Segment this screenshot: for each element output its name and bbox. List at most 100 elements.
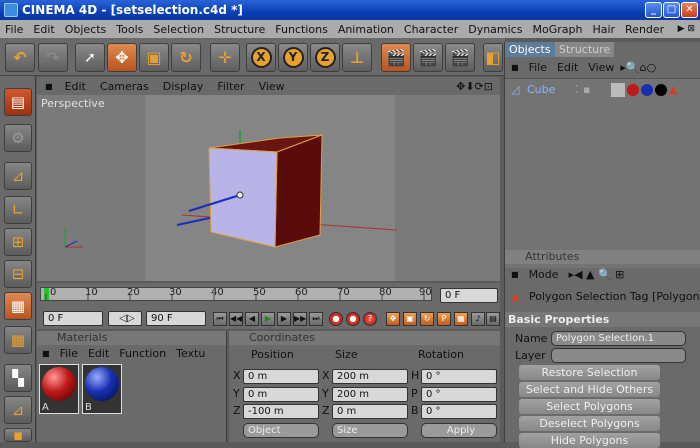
layout-icon[interactable]: ▤ — [4, 88, 32, 116]
objects-nav-icons[interactable]: ▸🔍⌂○ — [619, 61, 657, 74]
hide-polygons-button[interactable]: Hide Polygons — [519, 433, 660, 448]
materials-menu-function[interactable]: Function — [114, 347, 171, 360]
attributes-nav-icons[interactable]: ▸◀ ▲ 🔍 ⊞ — [564, 268, 630, 281]
size-x-field[interactable]: 200 m — [332, 369, 408, 384]
menu-edit[interactable]: Edit — [28, 23, 59, 36]
position-x-field[interactable]: 0 m — [243, 369, 319, 384]
key-parameter-icon[interactable]: P — [437, 312, 451, 326]
scale-icon[interactable]: ▣ — [139, 43, 169, 72]
viewport-menu-display[interactable]: Display — [156, 80, 211, 93]
materials-menu-edit[interactable]: Edit — [83, 347, 114, 360]
key-rotation-icon[interactable]: ↻ — [420, 312, 434, 326]
prev-frame-icon[interactable]: ◀ — [245, 312, 259, 326]
prev-key-icon[interactable]: ◀◀ — [229, 312, 243, 326]
render-settings-icon[interactable]: 🎬 — [445, 43, 475, 72]
layer-field[interactable] — [551, 348, 686, 363]
redo-icon[interactable]: ↷ — [38, 43, 68, 72]
material-tag-a-icon[interactable] — [627, 84, 639, 96]
play-icon[interactable]: ▶ — [261, 312, 275, 326]
menu-objects[interactable]: Objects — [60, 23, 112, 36]
attributes-panel-icon[interactable]: ■ — [505, 270, 524, 279]
end-frame-field[interactable]: 90 F — [146, 311, 206, 326]
viewport-menu-filter[interactable]: Filter — [210, 80, 251, 93]
autokey-icon[interactable]: ● — [346, 312, 360, 326]
menu-tools[interactable]: Tools — [111, 23, 148, 36]
viewport-menu-view[interactable]: View — [252, 80, 292, 93]
goto-start-icon[interactable]: ⏮ — [213, 312, 227, 326]
key-scale-icon[interactable]: ▣ — [403, 312, 417, 326]
object-axis-icon[interactable]: ⊿ — [4, 162, 32, 190]
make-editable-icon[interactable]: ⚙ — [4, 124, 32, 152]
objects-menu-file[interactable]: File — [524, 61, 552, 74]
viewport-menu-edit[interactable]: Edit — [58, 80, 93, 93]
rotation-p-field[interactable]: 0 ° — [421, 387, 497, 402]
menu-dynamics[interactable]: Dynamics — [463, 23, 527, 36]
tab-structure[interactable]: Structure — [555, 42, 615, 57]
model-move-icon[interactable]: ✛ — [210, 43, 240, 72]
interpolation-icon[interactable]: ♪ — [471, 312, 485, 326]
materials-menu-file[interactable]: File — [55, 347, 83, 360]
coordinate-system-icon[interactable]: ⊥ — [342, 43, 372, 72]
rotation-b-field[interactable]: 0 ° — [421, 404, 497, 419]
live-select-icon[interactable]: ➚ — [75, 43, 105, 72]
position-z-field[interactable]: -100 m — [243, 404, 319, 419]
frame-range-slider[interactable]: ◁▷ — [108, 311, 142, 326]
key-position-icon[interactable]: ✥ — [386, 312, 400, 326]
size-z-field[interactable]: 0 m — [332, 404, 408, 419]
edges-mode-icon[interactable]: ⊟ — [4, 260, 32, 288]
points-mode-icon[interactable]: ⊞ — [4, 228, 32, 256]
goto-end-icon[interactable]: ⏭ — [309, 312, 323, 326]
basic-properties-section[interactable]: Basic Properties — [505, 312, 700, 327]
key-help-icon[interactable]: ? — [363, 312, 377, 326]
timeline-menu-icon[interactable]: ▤ — [486, 312, 500, 326]
menu-functions[interactable]: Functions — [270, 23, 333, 36]
size-mode-select[interactable]: Size — [332, 423, 408, 438]
menu-selection[interactable]: Selection — [148, 23, 209, 36]
objects-panel-icon[interactable]: ■ — [505, 63, 524, 72]
rotate-icon[interactable]: ↻ — [171, 43, 201, 72]
polygon-selection-tag-icon[interactable] — [611, 83, 625, 97]
maximize-button[interactable]: □ — [663, 2, 680, 18]
viewport-menu-cameras[interactable]: Cameras — [93, 80, 156, 93]
phong-tag-icon[interactable]: ▲ — [669, 83, 677, 96]
object-row-cube[interactable]: ◿ Cube ⁚ ▪ ▲ — [511, 83, 700, 99]
menu-animation[interactable]: Animation — [333, 23, 399, 36]
select-polygons-button[interactable]: Select Polygons — [519, 399, 660, 414]
deselect-polygons-button[interactable]: Deselect Polygons — [519, 416, 660, 431]
perspective-viewport[interactable]: Perspective — [37, 95, 500, 281]
rotation-h-field[interactable]: 0 ° — [421, 369, 497, 384]
timeline-ruler[interactable]: 0 10 20 30 40 50 60 70 80 90 — [40, 287, 432, 301]
coordinate-mode-select[interactable]: Object — [243, 423, 319, 438]
menu-hair[interactable]: Hair — [587, 23, 620, 36]
menu-character[interactable]: Character — [399, 23, 463, 36]
name-field[interactable]: Polygon Selection.1 — [551, 331, 686, 346]
select-hide-others-button[interactable]: Select and Hide Others — [519, 382, 660, 397]
viewport-panel-icon[interactable]: ■ — [37, 82, 58, 91]
material-swatch-b[interactable]: B — [82, 364, 122, 414]
render-view-icon[interactable]: 🎬 — [381, 43, 411, 72]
position-y-field[interactable]: 0 m — [243, 387, 319, 402]
undo-icon[interactable]: ↶ — [5, 43, 35, 72]
restore-selection-button[interactable]: Restore Selection — [519, 365, 660, 380]
visibility-dots-icon[interactable]: ⁚ — [575, 83, 579, 96]
tab-objects[interactable]: Objects — [505, 42, 555, 57]
close-button[interactable]: ✕ — [681, 2, 698, 18]
menu-overflow-icon[interactable]: ▶ ⊠ — [673, 24, 700, 34]
polygons-mode-icon[interactable]: ▦ — [4, 292, 32, 320]
materials-menu-texture[interactable]: Textu — [171, 347, 210, 360]
viewport-nav-icon[interactable]: ✥⬇⟳⊡ — [449, 80, 500, 93]
minimize-button[interactable]: _ — [645, 2, 662, 18]
menu-render[interactable]: Render — [620, 23, 669, 36]
x-axis-button[interactable]: X — [246, 43, 276, 72]
size-y-field[interactable]: 200 m — [332, 387, 408, 402]
material-swatch-a[interactable]: A — [39, 364, 79, 414]
snap-icon[interactable]: ▪ — [4, 426, 32, 444]
record-icon[interactable]: ● — [329, 312, 343, 326]
menu-structure[interactable]: Structure — [209, 23, 270, 36]
start-frame-field[interactable]: 0 F — [43, 311, 103, 326]
current-frame-field[interactable]: 0 F — [440, 288, 498, 303]
menu-mograph[interactable]: MoGraph — [527, 23, 587, 36]
objects-menu-edit[interactable]: Edit — [552, 61, 583, 74]
enable-check-icon[interactable]: ▪ — [583, 83, 590, 96]
next-frame-icon[interactable]: ▶ — [277, 312, 291, 326]
